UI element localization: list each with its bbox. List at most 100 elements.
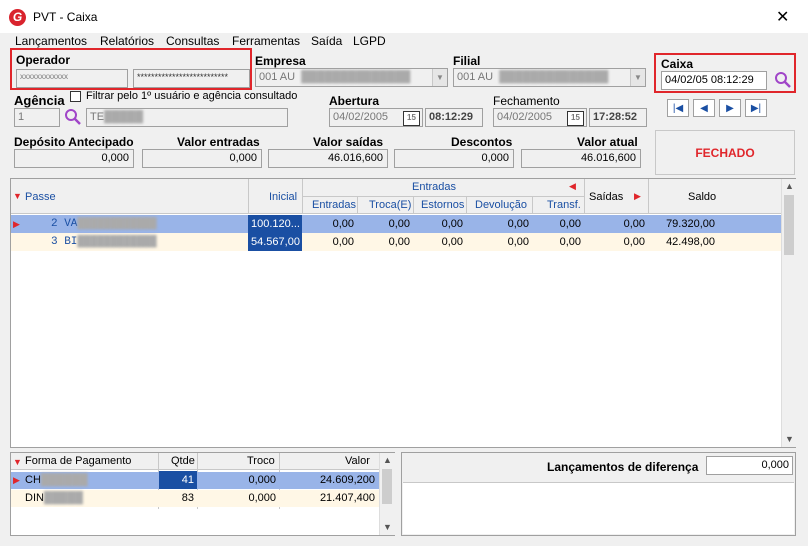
fechamento-date-input[interactable]: 04/02/2005 15 [493, 108, 587, 127]
calendar-icon[interactable]: 15 [567, 111, 584, 126]
agencia-name-input[interactable]: TE█████ [86, 108, 288, 127]
filial-value: 001 AU [457, 71, 494, 83]
vertical-scrollbar[interactable]: ▲ ▼ [781, 179, 797, 447]
col-qtde[interactable]: Qtde [171, 455, 195, 467]
atual-value: 46.016,600 [521, 149, 641, 168]
expand-arrow-icon[interactable]: ▶ [634, 191, 641, 202]
cell-inicial[interactable]: 100.120... [248, 215, 302, 233]
empresa-select[interactable]: 001 AU ██████████████ ▼ [255, 68, 448, 87]
abertura-date-input[interactable]: 04/02/2005 15 [329, 108, 423, 127]
menu-consultas[interactable]: Consultas [166, 34, 219, 48]
pay-forma: DIN█████ [25, 492, 83, 504]
diferenca-input[interactable]: 0,000 [706, 456, 793, 475]
row-indicator-icon: ▶ [13, 475, 20, 485]
filial-select[interactable]: 001 AU ██████████████ ▼ [453, 68, 646, 87]
filter-checkbox[interactable] [70, 91, 81, 102]
scroll-up-icon[interactable]: ▲ [785, 181, 794, 191]
pay-troco: 0,000 [248, 474, 276, 486]
next-icon[interactable]: ▶ [719, 99, 741, 117]
payment-scrollbar[interactable]: ▲ ▼ [379, 453, 395, 535]
menu-lgpd[interactable]: LGPD [353, 34, 386, 48]
diferenca-label: Lançamentos de diferença [547, 460, 699, 474]
col-saldo[interactable]: Saldo [688, 191, 716, 203]
col-troca[interactable]: Troca(E) [369, 199, 411, 211]
saidas-label: Valor saídas [313, 135, 384, 149]
scroll-up-icon[interactable]: ▲ [383, 455, 392, 465]
cell-saldo: 42.498,00 [666, 236, 715, 248]
col-transf[interactable]: Transf. [547, 199, 581, 211]
empresa-value: 001 AU [259, 71, 296, 83]
col-entradas-group[interactable]: Entradas [412, 181, 456, 193]
col-valor[interactable]: Valor [345, 455, 370, 467]
col-estornos[interactable]: Estornos [421, 199, 464, 211]
filial-blurred-name: ██████████████ [496, 71, 609, 83]
menu-ferramentas[interactable]: Ferramentas [232, 34, 300, 48]
search-icon[interactable] [774, 71, 792, 89]
divider [302, 196, 584, 197]
atual-label: Valor atual [577, 135, 638, 149]
scroll-down-icon[interactable]: ▼ [383, 522, 392, 532]
pay-valor: 24.609,200 [319, 474, 375, 486]
empresa-blurred-name: ██████████████ [298, 71, 411, 83]
pay-forma-blurred: █████ [43, 492, 83, 504]
prev-icon[interactable]: ◀ [693, 99, 715, 117]
row-indicator-icon: ▶ [13, 219, 20, 229]
operador-label: Operador [16, 53, 71, 67]
divider [584, 179, 585, 214]
col-inicial[interactable]: Inicial [269, 191, 297, 203]
sort-arrow-icon[interactable]: ▼ [13, 457, 22, 467]
cell-transf: 0,00 [559, 218, 581, 230]
col-entradas[interactable]: Entradas [312, 199, 356, 211]
divider [648, 179, 649, 214]
descontos-label: Descontos [451, 135, 513, 149]
diferenca-panel: Lançamentos de diferença 0,000 [401, 452, 796, 536]
collapse-arrow-icon[interactable]: ◀ [569, 181, 576, 192]
fechamento-time-input[interactable]: 17:28:52 [589, 108, 647, 127]
divider [357, 196, 358, 214]
scroll-thumb[interactable] [382, 469, 392, 504]
menu-lancamentos[interactable]: Lançamentos [15, 34, 87, 48]
divider [413, 196, 414, 214]
cell-inicial[interactable]: 54.567,00 [248, 233, 302, 251]
divider [466, 196, 467, 214]
abertura-time-input[interactable]: 08:12:29 [425, 108, 483, 127]
scroll-thumb[interactable] [784, 195, 794, 255]
operador-password-input[interactable]: ************************** [133, 69, 250, 88]
app-logo: G [9, 9, 26, 26]
col-troco[interactable]: Troco [247, 455, 275, 467]
operador-group: Operador xxxxxxxxxxxx ******************… [10, 48, 252, 90]
cell-saidas: 0,00 [623, 236, 645, 248]
menu-relatorios[interactable]: Relatórios [100, 34, 154, 48]
first-icon[interactable]: |◀ [667, 99, 689, 117]
col-devolucao[interactable]: Devolução [475, 199, 527, 211]
last-icon[interactable]: ▶| [745, 99, 767, 117]
fechamento-label: Fechamento [493, 94, 560, 108]
col-saidas[interactable]: Saídas [589, 191, 623, 203]
col-passe[interactable]: Passe [25, 191, 56, 203]
caixa-input[interactable]: 04/02/05 08:12:29 [661, 71, 767, 90]
pay-valor: 21.407,400 [319, 492, 375, 504]
search-icon[interactable] [64, 108, 82, 126]
chevron-down-icon[interactable]: ▼ [630, 69, 645, 86]
pay-forma-blurred: ██████ [40, 474, 88, 486]
cell-devolucao: 0,00 [507, 236, 529, 248]
row-passe: 2 VA████████████ [51, 218, 157, 230]
pay-qtde[interactable]: 41 [159, 471, 197, 489]
agencia-code-input[interactable]: 1 [14, 108, 60, 127]
menu-saida[interactable]: Saída [311, 34, 342, 48]
agencia-name: TE [90, 111, 105, 123]
divider [532, 196, 533, 214]
sort-arrow-icon[interactable]: ▼ [13, 191, 22, 201]
title-bar: G PVT - Caixa ✕ [0, 0, 808, 33]
diferenca-list[interactable] [403, 482, 794, 534]
col-forma[interactable]: Forma de Pagamento [25, 455, 131, 467]
close-icon[interactable]: ✕ [776, 7, 789, 27]
payment-grid[interactable]: ▼ Forma de Pagamento Qtde Troco Valor ▶ … [10, 452, 395, 536]
operador-code-input[interactable]: xxxxxxxxxxxx [16, 69, 128, 88]
scroll-down-icon[interactable]: ▼ [785, 434, 794, 444]
filial-label: Filial [453, 54, 481, 68]
passe-grid[interactable]: ▼ Passe Inicial Entradas ◀ Entradas Troc… [10, 178, 797, 448]
calendar-icon[interactable]: 15 [403, 111, 420, 126]
cell-troca: 0,00 [388, 218, 410, 230]
chevron-down-icon[interactable]: ▼ [432, 69, 447, 86]
